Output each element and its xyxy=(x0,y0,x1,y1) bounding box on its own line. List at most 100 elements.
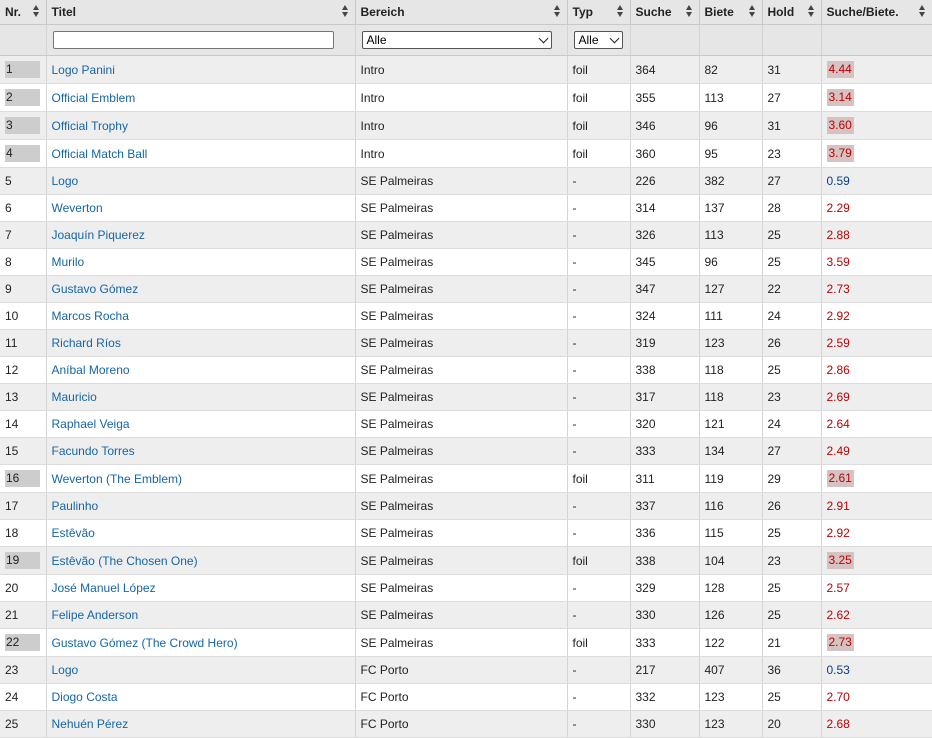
cell-suche: 324 xyxy=(630,302,700,330)
cell-ratio: 2.88 xyxy=(821,221,932,249)
sort-icon[interactable] xyxy=(807,5,815,19)
typ-filter-select[interactable]: Alle xyxy=(573,31,623,49)
titel-link[interactable]: Paulinho xyxy=(52,499,99,513)
titel-link[interactable]: Facundo Torres xyxy=(52,444,135,458)
table-row: 5 Logo SE Palmeiras - 226 382 27 0.59 xyxy=(0,167,932,195)
suche-value: 333 xyxy=(635,444,656,458)
table-row: 15 Facundo Torres SE Palmeiras - 333 134 27 2.4… xyxy=(0,437,932,465)
header-nr-label: Nr. xyxy=(5,5,22,19)
titel-link[interactable]: Official Emblem xyxy=(52,91,136,105)
cell-ratio: 2.62 xyxy=(821,601,932,629)
titel-link[interactable]: Weverton xyxy=(52,201,103,215)
titel-link[interactable]: Official Trophy xyxy=(52,119,128,133)
sort-icon[interactable] xyxy=(748,5,756,19)
sort-icon[interactable] xyxy=(918,5,926,19)
titel-link[interactable]: Gustavo Gómez (The Crowd Hero) xyxy=(52,636,238,650)
cell-nr: 20 xyxy=(0,574,47,602)
biete-value: 127 xyxy=(704,282,725,296)
biete-value: 382 xyxy=(704,174,725,188)
suche-value: 338 xyxy=(635,363,656,377)
suche-value: 324 xyxy=(635,309,656,323)
titel-link[interactable]: Aníbal Moreno xyxy=(52,363,130,377)
titel-link[interactable]: Estêvão (The Chosen One) xyxy=(52,554,198,568)
biete-value: 113 xyxy=(704,228,724,242)
hold-value: 31 xyxy=(767,62,781,77)
titel-link[interactable]: Logo xyxy=(52,174,79,188)
ratio-value: 2.92 xyxy=(826,526,850,540)
header-bereich[interactable]: Bereich xyxy=(355,0,568,25)
cell-biete: 113 xyxy=(699,221,763,249)
table-row: 9 Gustavo Gómez SE Palmeiras - 347 127 22 2.73 xyxy=(0,275,932,303)
hold-value: 21 xyxy=(767,635,781,650)
titel-link[interactable]: Felipe Anderson xyxy=(52,608,139,622)
ratio-value: 2.91 xyxy=(826,499,850,513)
titel-link[interactable]: Weverton (The Emblem) xyxy=(52,472,182,486)
cell-nr: 12 xyxy=(0,356,47,384)
cell-hold: 24 xyxy=(762,302,822,330)
biete-value: 407 xyxy=(704,663,725,677)
header-hold[interactable]: Hold xyxy=(762,0,822,25)
cell-suche: 326 xyxy=(630,221,700,249)
titel-link[interactable]: Logo xyxy=(52,663,79,677)
header-suche[interactable]: Suche xyxy=(630,0,700,25)
bereich-value: SE Palmeiras xyxy=(360,201,434,215)
cell-suche: 330 xyxy=(630,710,700,738)
cell-nr: 6 xyxy=(0,194,47,222)
bereich-value: SE Palmeiras xyxy=(360,581,434,595)
titel-link[interactable]: Mauricio xyxy=(52,390,97,404)
titel-link[interactable]: Diogo Costa xyxy=(52,690,118,704)
titel-link[interactable]: Murilo xyxy=(52,255,85,269)
header-typ[interactable]: Typ xyxy=(567,0,631,25)
titel-link[interactable]: Joaquín Piquerez xyxy=(52,228,145,242)
cell-suche: 319 xyxy=(630,329,700,357)
cell-ratio: 3.59 xyxy=(821,248,932,276)
biete-value: 96 xyxy=(704,118,718,133)
cell-hold: 26 xyxy=(762,329,822,357)
typ-value: foil xyxy=(572,553,588,568)
ratio-value: 2.64 xyxy=(826,417,850,431)
sort-icon[interactable] xyxy=(553,5,561,19)
cell-nr: 15 xyxy=(0,437,47,465)
cell-bereich: SE Palmeiras xyxy=(355,275,568,303)
header-ratio[interactable]: Suche/Biete. xyxy=(821,0,932,25)
titel-filter-input[interactable] xyxy=(52,31,334,49)
bereich-filter-select[interactable]: Alle xyxy=(361,31,552,49)
table-row: 24 Diogo Costa FC Porto - 332 123 25 2.70 xyxy=(0,683,932,711)
titel-link[interactable]: José Manuel López xyxy=(52,581,156,595)
sort-icon[interactable] xyxy=(32,5,40,19)
sort-icon[interactable] xyxy=(685,5,693,19)
sort-icon[interactable] xyxy=(616,5,624,19)
cell-typ: - xyxy=(567,710,631,738)
biete-value: 82 xyxy=(704,62,718,77)
cell-ratio: 3.25 xyxy=(821,546,932,575)
titel-link[interactable]: Official Match Ball xyxy=(52,147,148,161)
titel-link[interactable]: Raphael Veiga xyxy=(52,417,130,431)
titel-link[interactable]: Estêvão xyxy=(52,526,95,540)
titel-link[interactable]: Gustavo Gómez xyxy=(52,282,139,296)
ratio-value: 2.49 xyxy=(826,444,850,458)
header-hold-label: Hold xyxy=(767,5,795,19)
biete-value: 116 xyxy=(704,499,724,513)
cell-biete: 104 xyxy=(699,546,763,575)
nr-value: 17 xyxy=(5,499,19,513)
cell-typ: foil xyxy=(567,464,631,493)
cell-biete: 115 xyxy=(699,519,763,547)
header-biete[interactable]: Biete xyxy=(699,0,763,25)
cell-hold: 25 xyxy=(762,574,822,602)
cell-typ: - xyxy=(567,275,631,303)
cell-nr: 14 xyxy=(0,410,47,438)
header-titel[interactable]: Titel xyxy=(46,0,356,25)
hold-value: 25 xyxy=(767,363,781,377)
titel-link[interactable]: Richard Ríos xyxy=(52,336,121,350)
table-row: 14 Raphael Veiga SE Palmeiras - 320 121 24 2.64 xyxy=(0,410,932,438)
ratio-value: 3.14 xyxy=(826,89,854,106)
chevron-down-icon xyxy=(538,33,548,44)
cell-hold: 29 xyxy=(762,464,822,493)
titel-link[interactable]: Marcos Rocha xyxy=(52,309,129,323)
cell-typ: - xyxy=(567,383,631,411)
cell-suche: 333 xyxy=(630,437,700,465)
sort-icon[interactable] xyxy=(341,5,349,19)
header-nr[interactable]: Nr. xyxy=(0,0,47,25)
ratio-value: 3.25 xyxy=(826,552,854,569)
titel-link[interactable]: Logo Panini xyxy=(52,63,115,77)
